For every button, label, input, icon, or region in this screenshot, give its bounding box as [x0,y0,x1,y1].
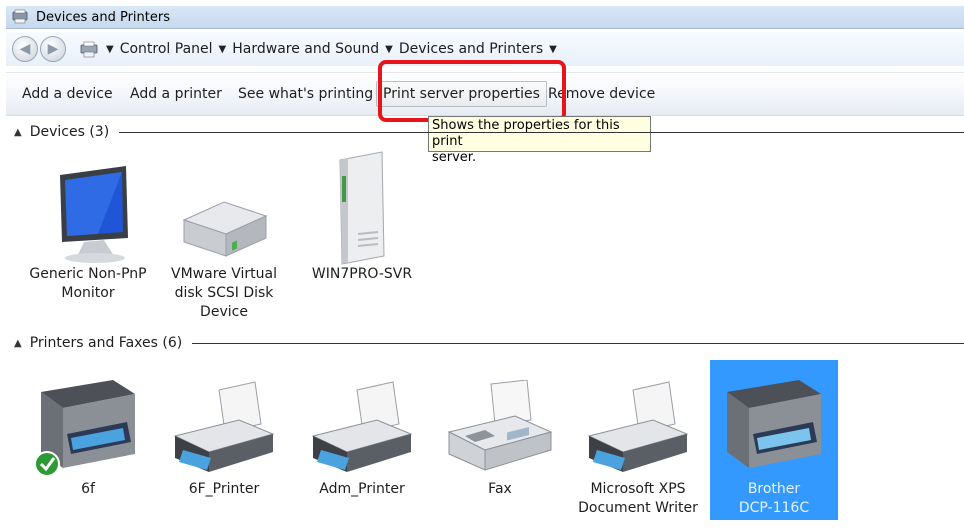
printer-icon [587,381,689,472]
printer-icon [173,381,275,472]
printer-label: Document Writer [578,500,698,516]
add-device-button[interactable]: Add a device [18,82,117,106]
monitor-icon [60,166,128,263]
printer-6f[interactable]: 6f [28,372,148,499]
breadcrumb-chevron-icon[interactable]: ▼ [385,44,393,55]
devices-and-printers-icon [12,9,28,24]
printer-label: DCP-116C [738,500,810,516]
device-vmware-disk[interactable]: VMware Virtual disk SCSI Disk Device [164,160,284,322]
printer-label: Adm_Printer [319,481,405,497]
breadcrumb-root-chevron-icon[interactable]: ▼ [106,44,114,55]
group-header-devices[interactable]: ▲ Devices (3) [14,123,964,141]
breadcrumb-devices-and-printers[interactable]: Devices and Printers [399,41,543,57]
add-printer-button[interactable]: Add a printer [126,82,226,106]
printer-label: Microsoft XPS [590,481,686,497]
title-bar: Devices and Printers [6,6,964,29]
window-title: Devices and Printers [36,9,170,25]
group-title: Devices (3) [29,124,110,140]
group-header-printers[interactable]: ▲ Printers and Faxes (6) [14,334,964,352]
multifunction-printer-icon [727,380,821,468]
printer-6f-printer[interactable]: 6F_Printer [164,380,284,499]
breadcrumb-chevron-icon[interactable]: ▼ [219,44,227,55]
command-bar: Add a device Add a printer See what's pr… [6,72,964,116]
print-server-properties-button[interactable]: Print server properties [376,81,547,107]
device-label: Device [200,304,248,320]
printer-brother-dcp-116c[interactable]: Brother DCP-116C [710,360,838,520]
control-panel-printer-icon [80,41,98,58]
printer-fax[interactable]: Fax [440,380,560,499]
breadcrumb-chevron-icon[interactable]: ▼ [549,44,557,55]
see-whats-printing-button[interactable]: See what's printing [234,82,377,106]
breadcrumb-hardware-and-sound[interactable]: Hardware and Sound [232,41,379,57]
address-bar: ◀ ▶ ▼ Control Panel ▼ Hardware and Sound… [6,32,964,66]
remove-device-button[interactable]: Remove device [544,82,659,106]
printer-microsoft-xps[interactable]: Microsoft XPS Document Writer [578,380,698,518]
multifunction-printer-icon [34,380,135,477]
tooltip-line: server. [432,150,477,165]
device-label: WIN7PRO-SVR [311,266,413,282]
hard-disk-icon [182,201,268,257]
computer-tower-icon [339,151,385,265]
printer-label: Brother [747,481,801,497]
default-checkmark-icon [34,451,60,477]
device-label: VMware Virtual [171,266,277,282]
printer-label: 6f [81,481,95,497]
divider [119,131,964,133]
printer-adm-printer[interactable]: Adm_Printer [302,380,422,499]
breadcrumb-control-panel[interactable]: Control Panel [120,41,213,57]
printer-label: Fax [488,481,512,497]
device-label: Monitor [61,285,115,301]
back-button[interactable]: ◀ [12,36,38,62]
device-label: disk SCSI Disk [174,285,274,301]
device-win7pro-svr[interactable]: WIN7PRO-SVR [302,148,422,284]
printer-label: 6F_Printer [188,481,260,497]
breadcrumb: ▼ Control Panel ▼ Hardware and Sound ▼ D… [78,37,557,61]
group-title: Printers and Faxes (6) [29,335,183,351]
divider [192,342,964,344]
fax-icon [447,380,553,471]
collapse-triangle-icon[interactable]: ▲ [14,127,22,138]
device-generic-monitor[interactable]: Generic Non-PnP Monitor [28,160,148,303]
printer-icon [311,381,413,472]
back-arrow-icon: ◀ [19,41,31,57]
device-label: Generic Non-PnP [29,266,147,282]
collapse-triangle-icon[interactable]: ▲ [14,338,22,349]
forward-arrow-icon: ▶ [47,41,59,57]
forward-button[interactable]: ▶ [40,36,66,62]
